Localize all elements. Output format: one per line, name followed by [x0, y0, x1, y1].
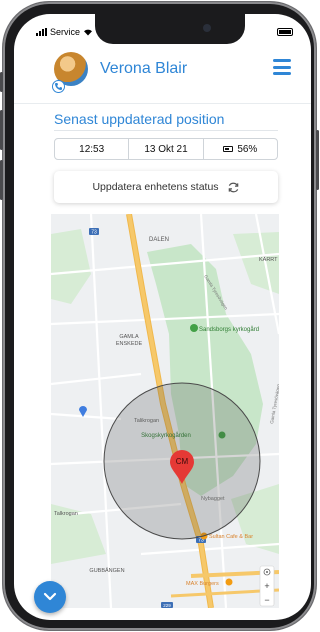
date-cell: 13 Okt 21 [128, 139, 202, 159]
map-label-tyreso-2: Gamla Tyresövägen [269, 383, 279, 424]
mute-switch [0, 72, 3, 92]
position-info: 12:53 13 Okt 21 56% [54, 138, 278, 160]
refresh-icon [228, 182, 238, 192]
notch [95, 14, 245, 44]
road-shield-229-label: 229 [163, 603, 171, 608]
map-label-sandsborg: Sandsborgs kyrkogård [199, 326, 259, 333]
section-title: Senast uppdaterad position [54, 111, 225, 127]
divider [54, 130, 278, 131]
map-label-gamla: GAMLA [119, 334, 139, 340]
volume-down-button [0, 160, 3, 200]
phone-frame: Service Verona Blair Senast uppdaterad p… [0, 2, 319, 630]
map-view[interactable]: 73 73 229 DALEN KÄRRT GAMLA ENSKEDE GUBB… [51, 214, 279, 608]
map-label-max: MAX Burgers [186, 581, 219, 587]
carrier-label: Service [50, 27, 81, 37]
update-status-label: Uppdatera enhetens status [92, 181, 219, 193]
time-cell: 12:53 [55, 139, 128, 159]
power-button [316, 130, 319, 190]
screen: Service Verona Blair Senast uppdaterad p… [14, 14, 311, 620]
update-status-button[interactable]: Uppdatera enhetens status [54, 171, 278, 203]
date-value: 13 Okt 21 [144, 143, 188, 155]
zoom-out-button[interactable]: − [264, 595, 269, 605]
map-label-karrt: KÄRRT [259, 256, 278, 263]
road-shield-73-north-label: 73 [91, 230, 97, 236]
signal-icon [36, 28, 47, 36]
cemetery-pin-icon [190, 324, 198, 332]
time-value: 12:53 [79, 143, 105, 155]
expand-button[interactable] [34, 581, 66, 613]
park-area [233, 232, 279, 294]
zoom-in-button[interactable]: + [264, 581, 269, 591]
app-header: Verona Blair [14, 44, 311, 104]
phone-icon [52, 80, 65, 93]
user-name[interactable]: Verona Blair [100, 60, 187, 78]
restaurant-pin-icon [225, 578, 233, 586]
chevron-down-icon [43, 592, 57, 601]
volume-up-button [0, 110, 3, 150]
menu-icon[interactable] [273, 59, 291, 75]
road [51, 372, 142, 386]
battery-icon [277, 28, 293, 36]
map-label-talkrogan-west: Talkrogan [54, 511, 78, 517]
battery-cell: 56% [202, 139, 277, 159]
map-label-sultan: Sultan Cafe & Bar [209, 534, 253, 540]
marker-initials: CM [176, 457, 189, 466]
map-canvas[interactable]: 73 73 229 DALEN KÄRRT GAMLA ENSKEDE GUBB… [51, 214, 279, 608]
park-area [51, 229, 91, 304]
battery-value: 56% [237, 143, 258, 155]
map-label-dalen: DALEN [149, 237, 169, 243]
road [51, 412, 122, 421]
wifi-icon [84, 29, 93, 36]
map-label-enskede: ENSKEDE [116, 341, 143, 347]
battery-level-icon [223, 146, 234, 152]
road [140, 542, 279, 556]
map-label-gubbangen: GUBBÄNGEN [89, 567, 124, 574]
